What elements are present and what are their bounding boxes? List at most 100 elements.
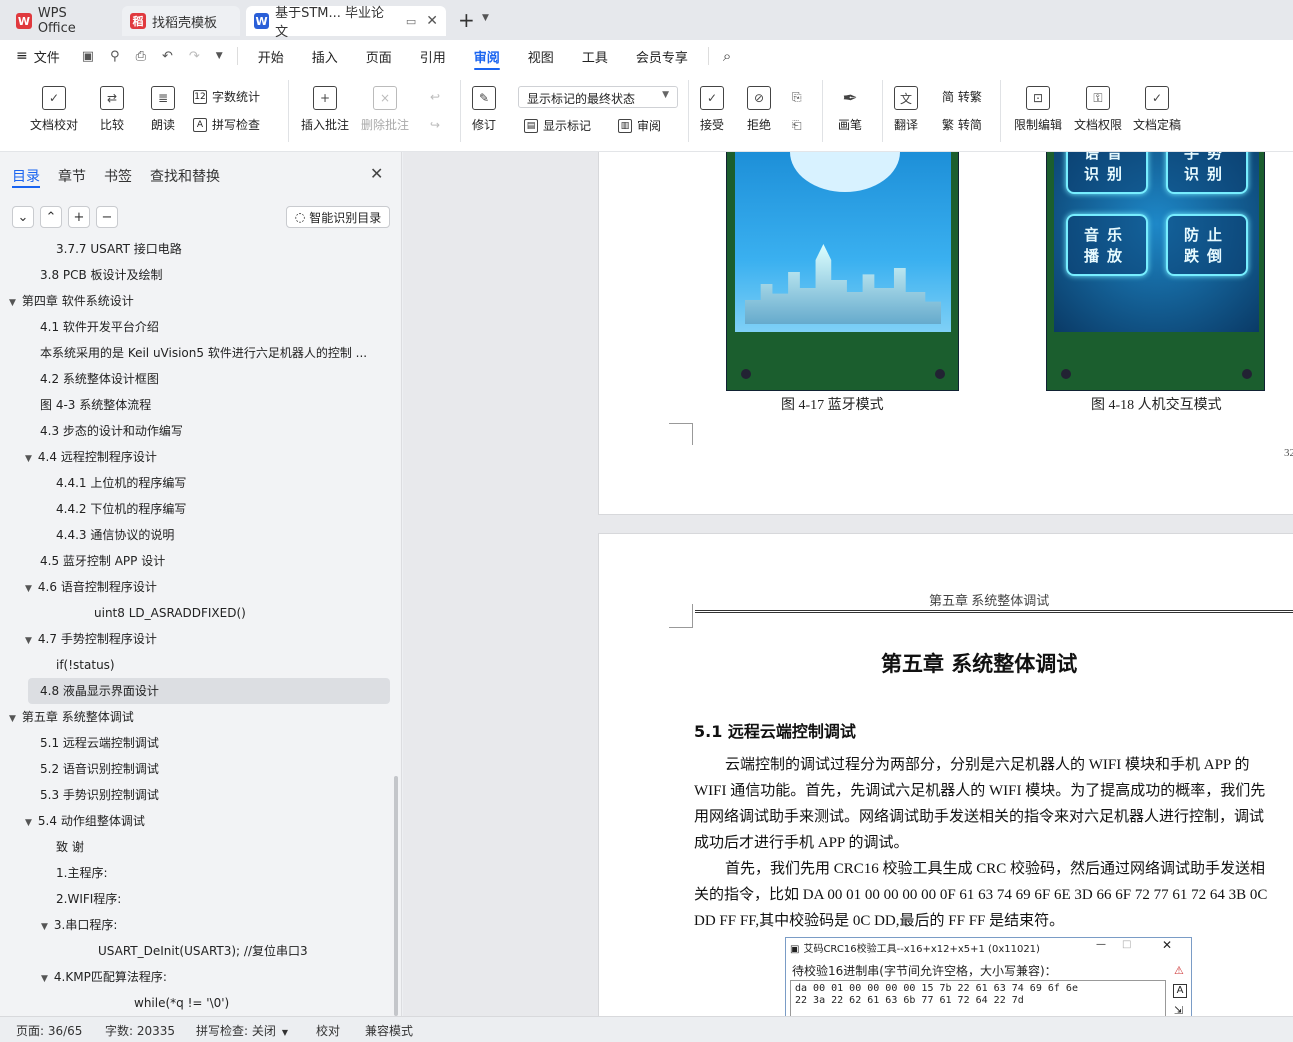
toc-item[interactable]: ▼ 4.KMP匹配算法程序:	[41, 964, 167, 990]
menu-member[interactable]: 会员专享	[622, 40, 702, 72]
expand-triangle-icon[interactable]: ▼	[25, 636, 32, 646]
reject-button[interactable]: ⊘ 拒绝	[747, 86, 771, 133]
expand-chevron-icon[interactable]: ⌃	[40, 206, 62, 228]
tab-wps-office[interactable]: W WPS Office	[8, 6, 116, 36]
page-count[interactable]: 页面: 36/65	[16, 1022, 82, 1039]
toc-item[interactable]: ▼ 4.6 语音控制程序设计	[25, 574, 157, 600]
search-icon[interactable]: ⌕	[715, 40, 739, 72]
next-comment-icon[interactable]: ↪	[430, 118, 440, 132]
toc-item[interactable]: USART_DeInit(USART3); //复位串口3	[98, 938, 308, 964]
remove-heading-icon[interactable]: −	[96, 206, 118, 228]
delete-comment-button[interactable]: × 删除批注	[361, 86, 409, 133]
toc-item[interactable]: 4.4.3 通信协议的说明	[56, 522, 174, 548]
expand-triangle-icon[interactable]: ▼	[9, 298, 16, 308]
collapse-chevron-icon[interactable]: ⌄	[12, 206, 34, 228]
doc-permission-button[interactable]: ⚿ 文档权限	[1074, 86, 1122, 133]
toc-item[interactable]: 4.8 液晶显示界面设计	[28, 678, 390, 704]
expand-triangle-icon[interactable]: ▼	[25, 454, 32, 464]
scrollbar-thumb[interactable]	[394, 776, 398, 1016]
expand-triangle-icon[interactable]: ▼	[25, 818, 32, 828]
close-tab-icon[interactable]: ✕	[426, 13, 438, 29]
toc-item[interactable]: 4.4.2 下位机的程序编写	[56, 496, 186, 522]
tab-find-replace[interactable]: 查找和替换	[150, 166, 220, 186]
toc-item[interactable]: if(!status)	[56, 652, 115, 678]
markup-state-select[interactable]: 显示标记的最终状态 ▼	[518, 86, 678, 108]
save-icon[interactable]: ▣	[74, 40, 102, 72]
toc-item[interactable]: 5.3 手势识别控制调试	[40, 782, 159, 808]
toc-item[interactable]: 4.4.1 上位机的程序编写	[56, 470, 186, 496]
doc-finalize-button[interactable]: ✓ 文档定稿	[1133, 86, 1181, 133]
toc-item[interactable]: ▼ 4.4 远程控制程序设计	[25, 444, 157, 470]
toc-item[interactable]: while(*q != '\0')	[134, 990, 229, 1016]
smart-toc-button[interactable]: ◌ 智能识别目录	[286, 206, 390, 228]
tab-document[interactable]: W 基于STM... 毕业论文 ▭ ✕	[246, 6, 446, 40]
chevron-down-icon[interactable]: ▼	[482, 13, 489, 23]
toc-item[interactable]: 1.主程序:	[56, 860, 108, 886]
menu-tools[interactable]: 工具	[568, 40, 622, 72]
toc-item[interactable]: 4.3 步态的设计和动作编写	[40, 418, 183, 444]
toc-item[interactable]: 4.2 系统整体设计框图	[40, 366, 159, 392]
toc-item[interactable]: ▼ 3.串口程序:	[41, 912, 117, 938]
more-chevron-icon[interactable]: ▼	[208, 40, 231, 72]
revise-button[interactable]: ✎ 修订	[472, 86, 496, 133]
tab-chapters[interactable]: 章节	[58, 166, 86, 186]
share-icon[interactable]: ⚲	[102, 40, 128, 72]
expand-triangle-icon[interactable]: ▼	[41, 922, 48, 932]
next-change-icon[interactable]: ⎗	[792, 118, 802, 133]
prev-comment-icon[interactable]: ↩	[430, 90, 440, 104]
toc-item[interactable]: uint8 LD_ASRADDFIXED()	[94, 600, 246, 626]
expand-triangle-icon[interactable]: ▼	[9, 714, 16, 724]
toc-item[interactable]: 4.1 软件开发平台介绍	[40, 314, 159, 340]
toc-item[interactable]: 3.8 PCB 板设计及绘制	[40, 262, 163, 288]
doc-check-button[interactable]: ✓ 文档校对	[30, 86, 78, 133]
tab-bookmarks[interactable]: 书签	[104, 166, 132, 186]
toc-item[interactable]: ▼ 第五章 系统整体调试	[9, 704, 134, 730]
word-count[interactable]: 字数: 20335	[105, 1022, 175, 1039]
toc-item[interactable]: 致 谢	[56, 834, 84, 860]
window-icon[interactable]: ▭	[406, 15, 416, 28]
menu-file[interactable]: ≡ 文件	[0, 40, 74, 72]
toc-item[interactable]: 5.2 语音识别控制调试	[40, 756, 159, 782]
toc-item[interactable]: 本系统采用的是 Keil uVision5 软件进行六足机器人的控制 ...	[40, 340, 367, 366]
toc-item[interactable]: ▼ 4.7 手势控制程序设计	[25, 626, 157, 652]
read-aloud-button[interactable]: ≣ 朗读	[151, 86, 175, 133]
to-simplified-button[interactable]: 繁 转简	[942, 116, 982, 133]
restrict-edit-button[interactable]: ⊡ 限制编辑	[1014, 86, 1062, 133]
toc-item[interactable]: 图 4-3 系统整体流程	[40, 392, 151, 418]
review-pane-button[interactable]: ▥ 审阅	[618, 117, 661, 134]
compare-button[interactable]: ⇄ 比较	[100, 86, 124, 133]
toc-item[interactable]: 3.7.7 USART 接口电路	[56, 236, 182, 262]
insert-comment-button[interactable]: + 插入批注	[301, 86, 349, 133]
toc-item[interactable]: 4.5 蓝牙控制 APP 设计	[40, 548, 165, 574]
undo-icon[interactable]: ↶	[154, 40, 181, 72]
spell-check-status[interactable]: 拼写检查: 关闭 ▼	[196, 1022, 288, 1039]
to-traditional-button[interactable]: 简 转繁	[942, 88, 982, 105]
add-heading-icon[interactable]: +	[68, 206, 90, 228]
menu-reference[interactable]: 引用	[406, 40, 460, 72]
tab-toc[interactable]: 目录	[12, 166, 40, 186]
new-tab-icon[interactable]: +	[458, 8, 475, 32]
menu-page[interactable]: 页面	[352, 40, 406, 72]
close-pane-icon[interactable]: ✕	[370, 164, 383, 183]
word-count-button[interactable]: 12 字数统计	[193, 88, 260, 105]
translate-button[interactable]: 文 翻译	[894, 86, 918, 133]
expand-triangle-icon[interactable]: ▼	[25, 584, 32, 594]
toc-item[interactable]: 5.1 远程云端控制调试	[40, 730, 159, 756]
menu-insert[interactable]: 插入	[298, 40, 352, 72]
expand-triangle-icon[interactable]: ▼	[41, 974, 48, 984]
accept-button[interactable]: ✓ 接受	[700, 86, 724, 133]
tab-docer-templates[interactable]: 稻 找稻壳模板	[122, 6, 240, 36]
menu-review[interactable]: 审阅	[460, 40, 514, 72]
print-preview-icon[interactable]: ⎙	[128, 40, 154, 72]
redo-icon[interactable]: ↷	[181, 40, 208, 72]
show-markup-button[interactable]: ▤ 显示标记	[524, 117, 591, 134]
toc-item[interactable]: ▼ 5.4 动作组整体调试	[25, 808, 145, 834]
toc-item[interactable]: ▼ 第四章 软件系统设计	[9, 288, 134, 314]
spell-check-button[interactable]: A 拼写检查	[193, 116, 260, 133]
toc-item[interactable]: 2.WIFI程序:	[56, 886, 121, 912]
menu-home[interactable]: 开始	[244, 40, 298, 72]
prev-change-icon[interactable]: ⎘	[792, 90, 802, 105]
pen-button[interactable]: ✒ 画笔	[838, 86, 862, 133]
proofread-button[interactable]: 校对	[316, 1022, 340, 1039]
menu-view[interactable]: 视图	[514, 40, 568, 72]
